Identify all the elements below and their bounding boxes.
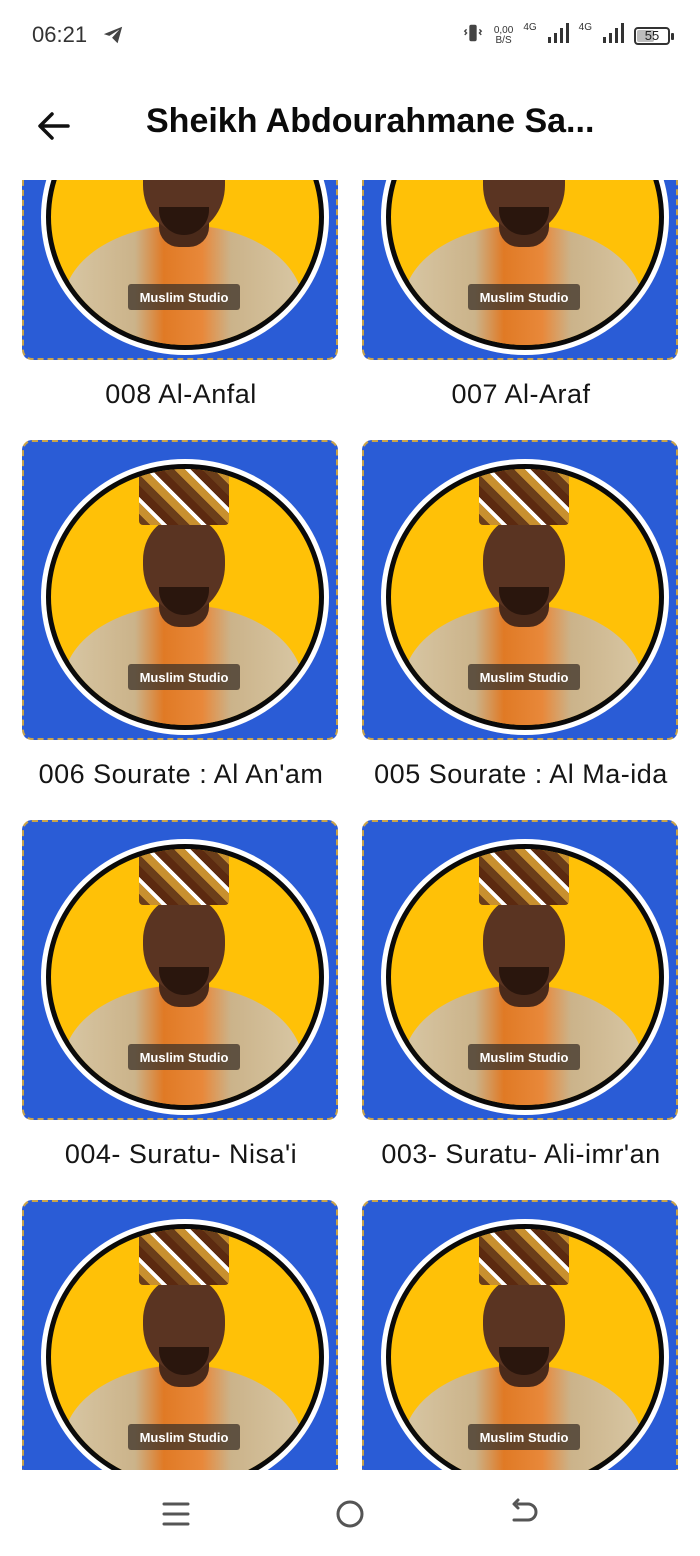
surah-card[interactable]: Muslim Studio 005 Sourate : Al Ma-ida xyxy=(362,440,680,802)
surah-thumbnail: Muslim Studio xyxy=(362,820,678,1120)
signal-1-icon xyxy=(547,23,569,48)
circle-home-icon xyxy=(332,1500,368,1536)
surah-card[interactable]: Muslim Studio 003- Suratu- Ali-imr'an xyxy=(362,820,680,1182)
surah-thumbnail: Muslim Studio xyxy=(22,1200,338,1470)
arrow-left-icon xyxy=(30,112,78,154)
reciter-portrait xyxy=(386,464,664,730)
nav-back-button[interactable] xyxy=(506,1496,542,1532)
portrait-cap xyxy=(479,849,569,905)
signal-1-label: 4G xyxy=(523,22,537,33)
portrait-cap xyxy=(479,1229,569,1285)
surah-card[interactable]: Muslim Studio 006 Sourate : Al An'am xyxy=(22,440,340,802)
signal-2-icon xyxy=(602,23,624,48)
nav-recents-button[interactable] xyxy=(158,1496,194,1532)
reciter-portrait xyxy=(386,844,664,1110)
surah-title: 005 Sourate : Al Ma-ida xyxy=(374,759,668,789)
surah-thumbnail: Muslim Studio xyxy=(362,1200,678,1470)
status-indicators: 0,00 B/S 4G 4G 55 xyxy=(462,22,674,49)
system-nav-bar xyxy=(0,1470,700,1556)
watermark-label: Muslim Studio xyxy=(468,1424,580,1450)
surah-card[interactable]: Muslim Studio 002- Suratul- Baqrat xyxy=(22,1200,340,1470)
watermark-label: Muslim Studio xyxy=(128,664,240,690)
surah-card[interactable]: Muslim Studio 001 Al Fatiha xyxy=(362,1200,680,1470)
portrait-cap xyxy=(139,1229,229,1285)
vibrate-icon xyxy=(462,22,484,49)
surah-thumbnail: Muslim Studio xyxy=(362,440,678,740)
reciter-portrait xyxy=(46,844,324,1110)
page-title: Sheikh Abdourahmane Sa... xyxy=(146,102,595,140)
watermark-label: Muslim Studio xyxy=(128,284,240,310)
surah-title: 008 Al-Anfal xyxy=(105,379,257,409)
battery-level: 55 xyxy=(644,28,660,43)
watermark-label: Muslim Studio xyxy=(128,1044,240,1070)
surah-title: 006 Sourate : Al An'am xyxy=(38,759,324,789)
battery-icon: 55 xyxy=(634,26,674,45)
surah-card[interactable]: Muslim Studio 007 Al-Araf xyxy=(362,180,680,422)
surah-thumbnail: Muslim Studio xyxy=(22,820,338,1120)
reciter-portrait xyxy=(46,464,324,730)
watermark-label: Muslim Studio xyxy=(128,1424,240,1450)
menu-icon xyxy=(158,1502,194,1536)
signal-2-label: 4G xyxy=(578,22,592,33)
watermark-label: Muslim Studio xyxy=(468,1044,580,1070)
surah-title: 003- Suratu- Ali-imr'an xyxy=(381,1139,661,1169)
reciter-portrait xyxy=(46,180,324,350)
telegram-icon xyxy=(102,24,124,51)
network-speed-unit: B/S xyxy=(495,34,512,46)
status-time: 06:21 xyxy=(32,22,88,47)
item-grid[interactable]: Muslim Studio 008 Al-Anfal Muslim Studio… xyxy=(0,180,700,1470)
status-bar: 06:21 0,00 B/S 4G 4G 55 xyxy=(0,0,700,72)
surah-title: 004- Suratu- Nisa'i xyxy=(64,1139,298,1169)
reciter-portrait xyxy=(386,180,664,350)
back-button[interactable] xyxy=(30,102,78,150)
portrait-cap xyxy=(479,469,569,525)
portrait-cap xyxy=(139,849,229,905)
watermark-label: Muslim Studio xyxy=(468,284,580,310)
surah-card[interactable]: Muslim Studio 008 Al-Anfal xyxy=(22,180,340,422)
surah-thumbnail: Muslim Studio xyxy=(362,180,678,360)
portrait-cap xyxy=(139,469,229,525)
surah-title: 007 Al-Araf xyxy=(451,379,591,409)
undo-back-icon xyxy=(506,1498,542,1536)
network-speed: 0,00 B/S xyxy=(494,25,513,46)
watermark-label: Muslim Studio xyxy=(468,664,580,690)
surah-thumbnail: Muslim Studio xyxy=(22,180,338,360)
surah-card[interactable]: Muslim Studio 004- Suratu- Nisa'i xyxy=(22,820,340,1182)
nav-home-button[interactable] xyxy=(332,1496,368,1532)
app-bar: Sheikh Abdourahmane Sa... xyxy=(0,72,700,180)
surah-thumbnail: Muslim Studio xyxy=(22,440,338,740)
